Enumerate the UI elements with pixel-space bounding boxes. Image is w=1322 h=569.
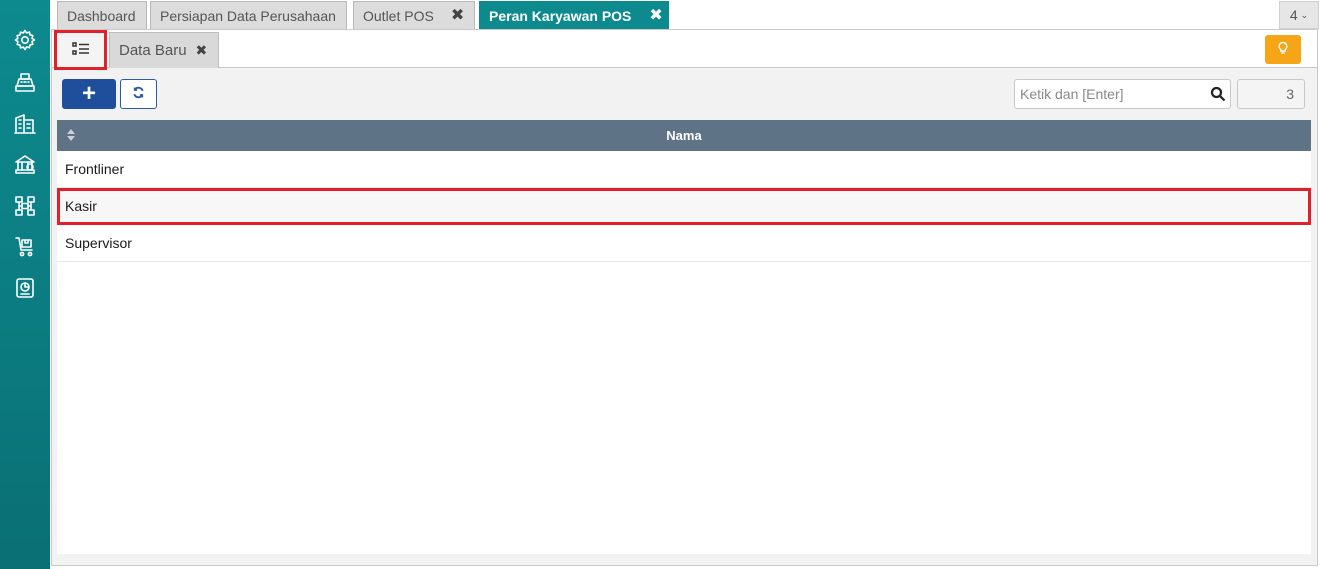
search-box [1014,79,1231,109]
search-icon[interactable] [1210,86,1226,102]
table-cell: Supervisor [65,235,132,251]
tab-label: Persiapan Data Perusahaan [160,7,336,24]
main-panel: Data Baru ✖ + 3 Nama [51,29,1318,566]
top-tab-bar: Dashboard Persiapan Data Perusahaan Outl… [50,0,1322,30]
subtab-data-baru[interactable]: Data Baru ✖ [109,32,219,68]
tab-label: Outlet POS [363,7,434,24]
network-icon[interactable] [11,192,39,220]
data-grid: Nama Frontliner Kasir Supervisor [57,120,1311,554]
refresh-icon [132,86,145,102]
refresh-button[interactable] [120,79,157,109]
record-count: 3 [1237,79,1305,109]
table-row[interactable]: Frontliner [57,151,1311,188]
tab-dashboard[interactable]: Dashboard [57,1,147,29]
table-row[interactable]: Kasir [57,188,1311,225]
settings-icon[interactable] [11,26,39,54]
tab-count-value: 4 [1289,7,1298,23]
report-icon[interactable] [11,274,39,302]
add-button[interactable]: + [62,79,116,109]
record-count-value: 3 [1286,86,1294,102]
sidebar [0,0,50,569]
tab-peran-karyawan-pos[interactable]: Peran Karyawan POS ✖ [479,1,669,29]
column-header-label: Nama [666,128,702,143]
register-icon[interactable] [11,69,39,97]
plus-icon: + [81,80,96,107]
table-cell: Kasir [65,198,97,214]
list-icon [71,41,90,60]
tab-label: Dashboard [67,7,136,24]
subtab-label: Data Baru [119,42,187,59]
tab-persiapan-data-perusahaan[interactable]: Persiapan Data Perusahaan [150,1,347,29]
tab-label: Peran Karyawan POS [489,7,632,24]
search-input[interactable] [1015,80,1205,108]
sort-icon[interactable] [67,129,75,141]
close-icon[interactable]: ✖ [451,7,464,24]
table-cell: Frontliner [65,161,125,177]
bank-icon[interactable] [11,151,39,179]
tab-overflow-dropdown[interactable]: 4 ⌄ [1279,1,1319,29]
list-view-button[interactable] [54,30,107,70]
chevron-down-icon: ⌄ [1300,9,1309,20]
column-header-nama[interactable]: Nama [57,120,1311,151]
table-row[interactable]: Supervisor [57,225,1311,262]
cart-icon[interactable] [11,233,39,261]
sub-tab-bar: Data Baru ✖ [52,30,1317,70]
close-icon[interactable]: ✖ [649,7,662,24]
tab-outlet-pos[interactable]: Outlet POS ✖ [353,1,475,29]
hint-button[interactable] [1265,35,1301,64]
lightbulb-icon [1276,41,1290,58]
close-icon[interactable]: ✖ [196,42,208,59]
building-icon[interactable] [11,110,39,138]
